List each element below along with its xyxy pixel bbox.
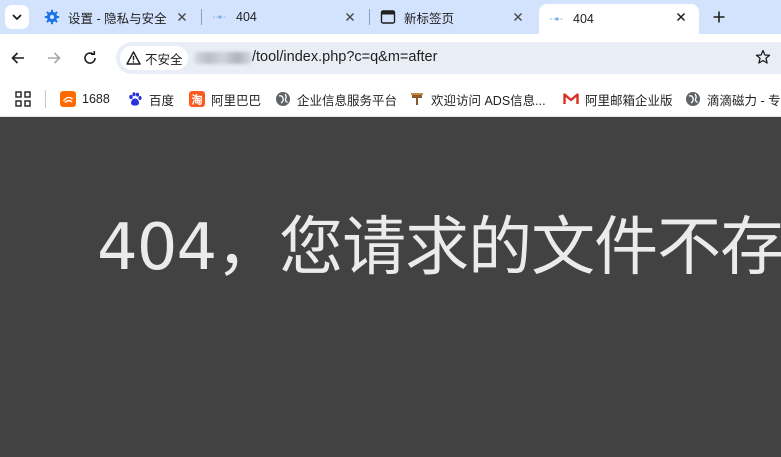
security-chip[interactable]: 不安全 [120,46,188,70]
close-icon[interactable] [342,9,358,25]
settings-gear-icon [44,9,60,25]
baidu-paw-icon [127,91,143,107]
browser-toolbar: 不安全 /tool/index.php?c=q&m=after [0,34,781,82]
svg-text:淘: 淘 [192,93,203,107]
tab-title: 新标签页 [404,11,455,26]
globe-icon [685,91,701,107]
bookmark-aliyun-mail[interactable]: 阿里邮箱企业版 [563,82,673,116]
globe-icon [275,91,291,107]
1688-logo-icon [60,91,76,107]
tab-title: 404 [236,10,257,24]
address-bar[interactable]: 不安全 /tool/index.php?c=q&m=after [116,42,781,74]
star-icon [755,49,771,64]
tab-new-tab[interactable]: 新标签页 [370,0,536,34]
tab-search-button[interactable] [5,5,29,29]
close-icon[interactable] [174,9,190,25]
ads-logo-icon [409,91,425,107]
bookmark-1688[interactable]: 1688 [60,82,110,116]
bookmark-label: 1688 [82,92,110,106]
tab-title: 设置 - 隐私与安全 [68,11,167,26]
reload-icon [84,51,96,64]
arrow-left-icon [11,52,24,64]
bookmark-ads[interactable]: 欢迎访问 ADS信息... [409,82,546,116]
loading-dots-icon [549,11,565,27]
bookmark-label: 百度 [149,93,175,108]
bookmark-label: 阿里邮箱企业版 [585,93,673,108]
redacted-host [194,52,252,64]
bookmark-didi-magnet[interactable]: 滴滴磁力 - 专业 [685,82,781,116]
back-button[interactable] [6,46,30,70]
forward-button[interactable] [42,46,66,70]
bookmark-enterprise-info[interactable]: 企业信息服务平台 [275,82,397,116]
bookmark-star-button[interactable] [752,46,774,68]
page-content: 404，您请求的文件不存在! [0,117,781,457]
tab-404[interactable]: 404 [202,0,368,34]
bookmark-alibaba[interactable]: 淘 阿里巴巴 [189,82,261,116]
reload-button[interactable] [78,46,102,70]
warning-triangle-icon [126,50,142,66]
close-icon[interactable] [510,9,526,25]
bookmark-label: 滴滴磁力 - 专业 [707,93,781,108]
bookmarks-bar: 1688 百度 淘 阿里巴巴 企业信息服务平台 欢迎访问 ADS信息... 阿里… [0,82,781,117]
error-message-heading: 404，您请求的文件不存在! [97,211,781,285]
new-tab-button[interactable] [707,5,731,29]
loading-dots-icon [212,9,228,25]
bookmarks-separator [45,90,46,108]
apps-grid-icon[interactable] [14,90,32,108]
security-label: 不安全 [145,52,183,67]
tab-strip: 设置 - 隐私与安全 404 新标签页 404 [0,0,781,34]
bookmark-label: 阿里巴巴 [211,93,262,108]
bookmark-baidu[interactable]: 百度 [127,82,174,116]
tab-settings-privacy[interactable]: 设置 - 隐私与安全 [34,0,200,34]
tab-title: 404 [573,12,594,26]
tab-404-active[interactable]: 404 [539,4,699,34]
alibaba-logo-icon: 淘 [189,91,205,107]
plus-icon [713,11,725,23]
bookmark-label: 欢迎访问 ADS信息... [431,93,546,108]
aliyun-mail-icon [563,91,579,107]
bookmark-label: 企业信息服务平台 [297,93,398,108]
close-icon[interactable] [673,9,689,25]
url-path: /tool/index.php?c=q&m=after [252,49,438,65]
chevron-down-icon [12,14,22,20]
window-icon [380,9,396,25]
arrow-right-icon [48,52,61,64]
